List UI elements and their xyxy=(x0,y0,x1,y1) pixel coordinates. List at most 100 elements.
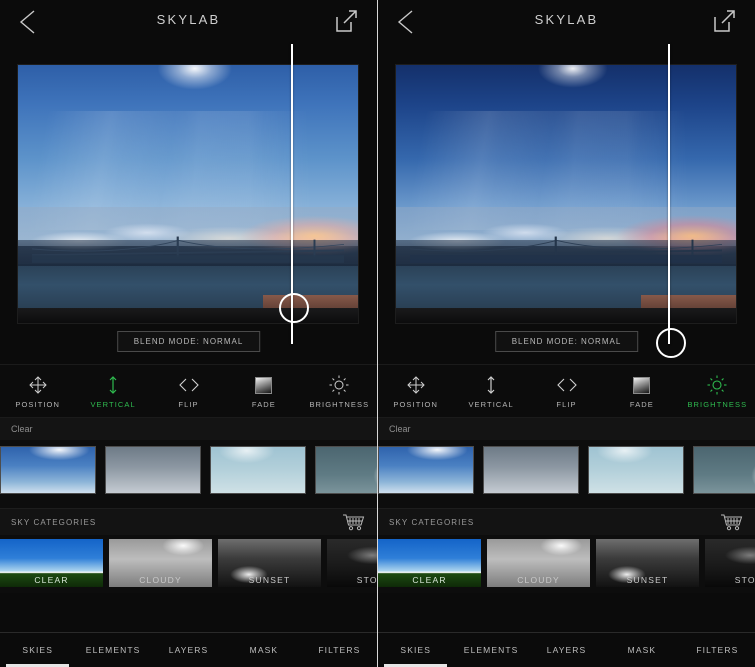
tool-brightness[interactable]: BRIGHTNESS xyxy=(680,373,755,409)
sky-category-cloudy[interactable]: CLOUDY xyxy=(109,539,212,587)
slider-handle[interactable] xyxy=(656,328,686,358)
sky-group-label: Clear xyxy=(0,418,377,440)
sky-category-clear[interactable]: CLEAR xyxy=(378,539,481,587)
sky-strip-section: Clear xyxy=(378,418,755,508)
bridge-silhouette xyxy=(409,236,723,264)
sky-thumb-gray-gradient[interactable] xyxy=(105,446,201,494)
blend-mode-button[interactable]: BLEND MODE: NORMAL xyxy=(116,331,261,352)
page-title: SKYLAB xyxy=(534,12,599,27)
shopping-cart-icon[interactable] xyxy=(720,513,744,531)
sky-category-list[interactable]: CLEAR CLOUDY SUNSET STORMY xyxy=(0,535,377,593)
slider-handle[interactable] xyxy=(279,293,309,323)
category-label: CLEAR xyxy=(412,575,447,585)
sky-category-stormy[interactable]: STORMY xyxy=(705,539,755,587)
sun-icon xyxy=(680,373,755,397)
tool-strip: POSITION VERTICAL FLIP FADE BRIGHTNESS xyxy=(378,364,755,418)
sky-category-cloudy[interactable]: CLOUDY xyxy=(487,539,590,587)
sky-thumbnail-list[interactable] xyxy=(0,440,377,508)
photo-canvas[interactable]: BLEND MODE: NORMAL xyxy=(0,44,377,364)
category-label: CLEAR xyxy=(34,575,69,585)
tool-label: FADE xyxy=(251,400,276,409)
foreground-shadow xyxy=(396,307,736,323)
header-bar: SKYLAB xyxy=(378,0,755,44)
bottom-tab-bar: SKIES ELEMENTS LAYERS MASK FILTERS xyxy=(0,632,377,667)
sky-thumb-pale-blue[interactable] xyxy=(588,446,684,494)
sky-thumb-gray-gradient[interactable] xyxy=(483,446,579,494)
tool-label: POSITION xyxy=(393,400,439,409)
category-label: STORMY xyxy=(356,575,377,585)
sun-icon xyxy=(302,373,377,397)
sky-categories-header: SKY CATEGORIES xyxy=(0,508,377,535)
category-label: CLOUDY xyxy=(517,575,560,585)
tab-layers[interactable]: LAYERS xyxy=(529,633,604,667)
tool-label: POSITION xyxy=(15,400,61,409)
photo-canvas[interactable]: BLEND MODE: NORMAL xyxy=(378,44,755,364)
sky-category-sunset[interactable]: SUNSET xyxy=(596,539,699,587)
app-root: SKYLAB BLEND MODE: NORMAL POSITION VERTI… xyxy=(0,0,755,667)
tool-position[interactable]: POSITION xyxy=(378,373,453,409)
blend-mode-button[interactable]: BLEND MODE: NORMAL xyxy=(494,331,639,352)
tab-mask[interactable]: MASK xyxy=(226,633,301,667)
tool-label: BRIGHTNESS xyxy=(687,400,748,409)
flip-chevrons-icon xyxy=(529,373,604,397)
tab-filters[interactable]: FILTERS xyxy=(302,633,377,667)
screenshot-panel-left: SKYLAB BLEND MODE: NORMAL POSITION VERTI… xyxy=(0,0,377,667)
tool-label: FLIP xyxy=(178,400,199,409)
tab-filters[interactable]: FILTERS xyxy=(680,633,755,667)
share-export-icon[interactable] xyxy=(333,8,359,34)
vertical-slider-line[interactable] xyxy=(668,44,670,344)
sky-category-stormy[interactable]: STORMY xyxy=(327,539,377,587)
gradient-square-icon xyxy=(226,373,301,397)
sky-category-sunset[interactable]: SUNSET xyxy=(218,539,321,587)
bottom-tab-bar: SKIES ELEMENTS LAYERS MASK FILTERS xyxy=(378,632,755,667)
tab-skies[interactable]: SKIES xyxy=(0,633,75,667)
sky-thumb-blue-sky[interactable] xyxy=(0,446,96,494)
sky-thumb-pale-blue[interactable] xyxy=(210,446,306,494)
sky-categories-title: SKY CATEGORIES xyxy=(11,517,97,527)
screenshot-panel-right: SKYLAB BLEND MODE: NORMAL POSITION VERTI… xyxy=(378,0,755,667)
edited-photo xyxy=(396,65,736,323)
tab-skies[interactable]: SKIES xyxy=(378,633,453,667)
sky-categories-title: SKY CATEGORIES xyxy=(389,517,475,527)
sky-thumbnail-list[interactable] xyxy=(378,440,755,508)
tool-brightness[interactable]: BRIGHTNESS xyxy=(302,373,377,409)
sky-categories-section: SKY CATEGORIES CLEAR CLOUDY SUNSET STO xyxy=(378,508,755,593)
tool-label: BRIGHTNESS xyxy=(309,400,370,409)
tool-label: FLIP xyxy=(556,400,577,409)
tool-position[interactable]: POSITION xyxy=(0,373,75,409)
sky-category-clear[interactable]: CLEAR xyxy=(0,539,103,587)
sky-thumb-blue-sky[interactable] xyxy=(378,446,474,494)
sky-thumb-teal-sunburst[interactable] xyxy=(693,446,755,494)
sky-categories-header: SKY CATEGORIES xyxy=(378,508,755,535)
move-arrows-icon xyxy=(378,373,453,397)
shopping-cart-icon[interactable] xyxy=(342,513,366,531)
tool-strip: POSITION VERTICAL FLIP FADE BRIGHTNESS xyxy=(0,364,377,418)
tab-mask[interactable]: MASK xyxy=(604,633,679,667)
sky-categories-section: SKY CATEGORIES CLEAR CLOUDY SUNSET STO xyxy=(0,508,377,593)
sky-group-label: Clear xyxy=(378,418,755,440)
tool-flip[interactable]: FLIP xyxy=(529,373,604,409)
bridge-silhouette xyxy=(31,236,345,264)
tool-vertical[interactable]: VERTICAL xyxy=(453,373,528,409)
tab-layers[interactable]: LAYERS xyxy=(151,633,226,667)
flip-chevrons-icon xyxy=(151,373,226,397)
category-label: STORMY xyxy=(734,575,755,585)
category-label: SUNSET xyxy=(248,575,291,585)
tool-label: VERTICAL xyxy=(468,400,514,409)
sky-thumb-teal-sunburst[interactable] xyxy=(315,446,377,494)
vertical-arrow-icon xyxy=(453,373,528,397)
tool-flip[interactable]: FLIP xyxy=(151,373,226,409)
tab-elements[interactable]: ELEMENTS xyxy=(453,633,528,667)
sky-category-list[interactable]: CLEAR CLOUDY SUNSET STORMY xyxy=(378,535,755,593)
share-export-icon[interactable] xyxy=(711,8,737,34)
category-label: SUNSET xyxy=(626,575,669,585)
tool-vertical[interactable]: VERTICAL xyxy=(75,373,150,409)
sky-strip-section: Clear xyxy=(0,418,377,508)
edited-photo xyxy=(18,65,358,323)
tool-label: FADE xyxy=(629,400,654,409)
tab-elements[interactable]: ELEMENTS xyxy=(75,633,150,667)
tool-fade[interactable]: FADE xyxy=(226,373,301,409)
vertical-arrow-icon xyxy=(75,373,150,397)
page-title: SKYLAB xyxy=(156,12,221,27)
tool-fade[interactable]: FADE xyxy=(604,373,679,409)
